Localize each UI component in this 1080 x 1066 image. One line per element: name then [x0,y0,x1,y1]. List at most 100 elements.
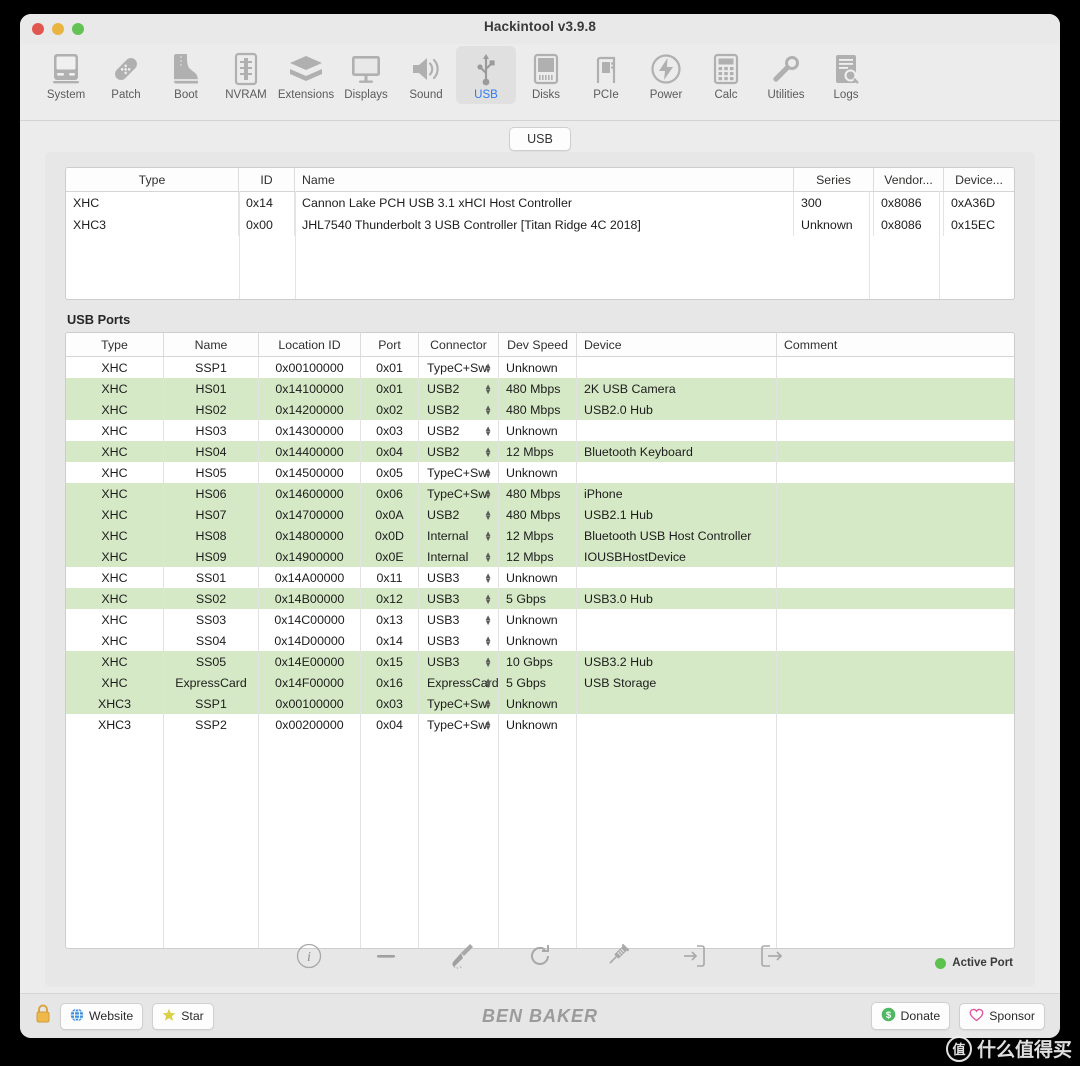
usb-port-cell-comment [777,399,1014,420]
toolbar-item-power[interactable]: Power [636,46,696,104]
connector-stepper-icon[interactable]: ▲ ▼ [484,571,492,584]
controllers-col-header[interactable]: Device... [944,168,1014,191]
connector-stepper-icon[interactable]: ▲ ▼ [484,508,492,521]
usb-port-cell-connector[interactable]: USB3 ▲ ▼ [419,567,499,588]
minus-button[interactable] [373,945,399,971]
usb-port-cell-connector[interactable]: TypeC+Sw ▲ ▼ [419,483,499,504]
toolbar-item-usb[interactable]: USB [456,46,516,104]
usb-port-cell-connector[interactable]: USB2 ▲ ▼ [419,378,499,399]
controllers-col-header[interactable]: Type [66,168,239,191]
usb-port-row[interactable]: XHC SSP1 0x00100000 0x01 TypeC+Sw ▲ ▼ Unknown [66,357,1014,378]
usb-port-row[interactable]: XHC HS03 0x14300000 0x03 USB2 ▲ ▼ Unknown [66,420,1014,441]
connector-stepper-icon[interactable]: ▲ ▼ [484,361,492,374]
toolbar-item-disks[interactable]: Disks [516,46,576,104]
toolbar-item-sound[interactable]: Sound [396,46,456,104]
usb-port-row[interactable]: XHC ExpressCard 0x14F00000 0x16 ExpressCard ▲… [66,672,1014,693]
usb-port-cell-connector[interactable]: TypeC+Sw ▲ ▼ [419,693,499,714]
column-divider [869,191,870,299]
usb-port-row[interactable]: XHC SS05 0x14E00000 0x15 USB3 ▲ ▼ 10 Gbps USB3.2… [66,651,1014,672]
usb-port-cell-connector[interactable]: ExpressCard ▲ ▼ [419,672,499,693]
connector-stepper-icon[interactable]: ▲ ▼ [484,529,492,542]
connector-stepper-icon[interactable]: ▲ ▼ [484,403,492,416]
usb-port-cell-connector[interactable]: USB2 ▲ ▼ [419,399,499,420]
usb-port-cell-connector[interactable]: TypeC+Sw ▲ ▼ [419,714,499,735]
usb-port-cell-connector[interactable]: USB3 ▲ ▼ [419,651,499,672]
usb-port-cell-connector[interactable]: TypeC+Sw ▲ ▼ [419,462,499,483]
usb-port-cell-comment [777,609,1014,630]
toolbar-item-nvram[interactable]: NVRAM [216,46,276,104]
usb-port-cell-connector[interactable]: USB2 ▲ ▼ [419,420,499,441]
toolbar-item-displays[interactable]: Displays [336,46,396,104]
usb-port-cell-connector[interactable]: USB3 ▲ ▼ [419,630,499,651]
usb-port-row[interactable]: XHC3 SSP2 0x00200000 0x04 TypeC+Sw ▲ ▼ Unknown [66,714,1014,735]
toolbar-item-boot[interactable]: Boot [156,46,216,104]
usb-ports-col-header[interactable]: Device [577,333,777,356]
broom-button[interactable] [450,943,476,971]
usb-port-row[interactable]: XHC HS04 0x14400000 0x04 USB2 ▲ ▼ 12 Mbps Blueto… [66,441,1014,462]
toolbar-item-calc[interactable]: Calc [696,46,756,104]
usb-port-row[interactable]: XHC SS01 0x14A00000 0x11 USB3 ▲ ▼ Unknown [66,567,1014,588]
usb-ports-col-header[interactable]: Type [66,333,164,356]
connector-stepper-icon[interactable]: ▲ ▼ [484,592,492,605]
usb-ports-col-header[interactable]: Dev Speed [499,333,577,356]
connector-stepper-icon[interactable]: ▲ ▼ [484,613,492,626]
controllers-col-header[interactable]: Vendor... [874,168,944,191]
usb-port-cell-connector[interactable]: USB2 ▲ ▼ [419,504,499,525]
usb-port-row[interactable]: XHC HS08 0x14800000 0x0D Internal ▲ ▼ 12 Mbps Bl… [66,525,1014,546]
connector-stepper-icon[interactable]: ▲ ▼ [484,445,492,458]
connector-stepper-icon[interactable]: ▲ ▼ [484,655,492,668]
usb-port-cell-connector[interactable]: USB3 ▲ ▼ [419,609,499,630]
usb-port-row[interactable]: XHC HS01 0x14100000 0x01 USB2 ▲ ▼ 480 Mbps 2K US… [66,378,1014,399]
import-button[interactable] [681,944,707,971]
usb-port-row[interactable]: XHC HS06 0x14600000 0x06 TypeC+Sw ▲ ▼ 480 Mbps i… [66,483,1014,504]
syringe-button[interactable] [604,943,630,971]
table-empty-cell [361,734,419,948]
export-button[interactable] [758,944,784,971]
toolbar-item-extensions[interactable]: Extensions [276,46,336,104]
controllers-col-header[interactable]: ID [239,168,295,191]
connector-stepper-icon[interactable]: ▲ ▼ [484,382,492,395]
connector-stepper-icon[interactable]: ▲ ▼ [484,550,492,563]
usb-port-cell-connector[interactable]: Internal ▲ ▼ [419,546,499,567]
usb-ports-col-header[interactable]: Port [361,333,419,356]
toolbar-item-logs[interactable]: Logs [816,46,876,104]
info-button[interactable]: i [296,943,322,971]
toolbar-item-utilities[interactable]: Utilities [756,46,816,104]
connector-stepper-icon[interactable]: ▲ ▼ [484,466,492,479]
controllers-col-header[interactable]: Series [794,168,874,191]
main-toolbar: System Patch Boot NVRAM Extensions Displays So… [20,44,1060,121]
controllers-table-row[interactable]: XHC 0x14 Cannon Lake PCH USB 3.1 xHCI Host… [66,192,1014,214]
usb-ports-col-header[interactable]: Connector [419,333,499,356]
usb-port-cell-connector[interactable]: TypeC+Sw ▲ ▼ [419,357,499,378]
usb-port-row[interactable]: XHC SS02 0x14B00000 0x12 USB3 ▲ ▼ 5 Gbps USB3.0 … [66,588,1014,609]
connector-stepper-icon[interactable]: ▲ ▼ [484,676,492,689]
usb-port-row[interactable]: XHC HS02 0x14200000 0x02 USB2 ▲ ▼ 480 Mbps USB2.… [66,399,1014,420]
usb-port-row[interactable]: XHC SS04 0x14D00000 0x14 USB3 ▲ ▼ Unknown [66,630,1014,651]
tab-usb[interactable]: USB [509,126,571,151]
usb-port-row[interactable]: XHC SS03 0x14C00000 0x13 USB3 ▲ ▼ Unknown [66,609,1014,630]
usb-port-row[interactable]: XHC HS07 0x14700000 0x0A USB2 ▲ ▼ 480 Mbps USB2.… [66,504,1014,525]
toolbar-item-system[interactable]: System [36,46,96,104]
usb-port-row[interactable]: XHC HS05 0x14500000 0x05 TypeC+Sw ▲ ▼ Unknown [66,462,1014,483]
toolbar-item-patch[interactable]: Patch [96,46,156,104]
connector-stepper-icon[interactable]: ▲ ▼ [484,424,492,437]
usb-port-row[interactable]: XHC HS09 0x14900000 0x0E Internal ▲ ▼ 12 Mbps IO… [66,546,1014,567]
connector-stepper-icon[interactable]: ▲ ▼ [484,697,492,710]
usb-port-cell-comment [777,693,1014,714]
connector-stepper-icon[interactable]: ▲ ▼ [484,487,492,500]
connector-stepper-icon[interactable]: ▲ ▼ [484,634,492,647]
controllers-table-row[interactable]: XHC3 0x00 JHL7540 Thunderbolt 3 USB Contro… [66,214,1014,236]
usb-port-cell-speed: 480 Mbps [499,399,577,420]
usb-ports-col-header[interactable]: Comment [777,333,1014,356]
connector-stepper-icon[interactable]: ▲ ▼ [484,718,492,731]
controllers-col-header[interactable]: Name [295,168,794,191]
usb-ports-col-header[interactable]: Name [164,333,259,356]
usb-ports-col-header[interactable]: Location ID [259,333,361,356]
usb-port-cell-connector[interactable]: USB2 ▲ ▼ [419,441,499,462]
usb-port-cell-connector[interactable]: Internal ▲ ▼ [419,525,499,546]
usb-port-row[interactable]: XHC3 SSP1 0x00100000 0x03 TypeC+Sw ▲ ▼ Unknown [66,693,1014,714]
usb-port-cell-connector[interactable]: USB3 ▲ ▼ [419,588,499,609]
toolbar-item-pcie[interactable]: PCIe [576,46,636,104]
usb-port-cell-comment [777,651,1014,672]
refresh-button[interactable] [527,944,553,971]
